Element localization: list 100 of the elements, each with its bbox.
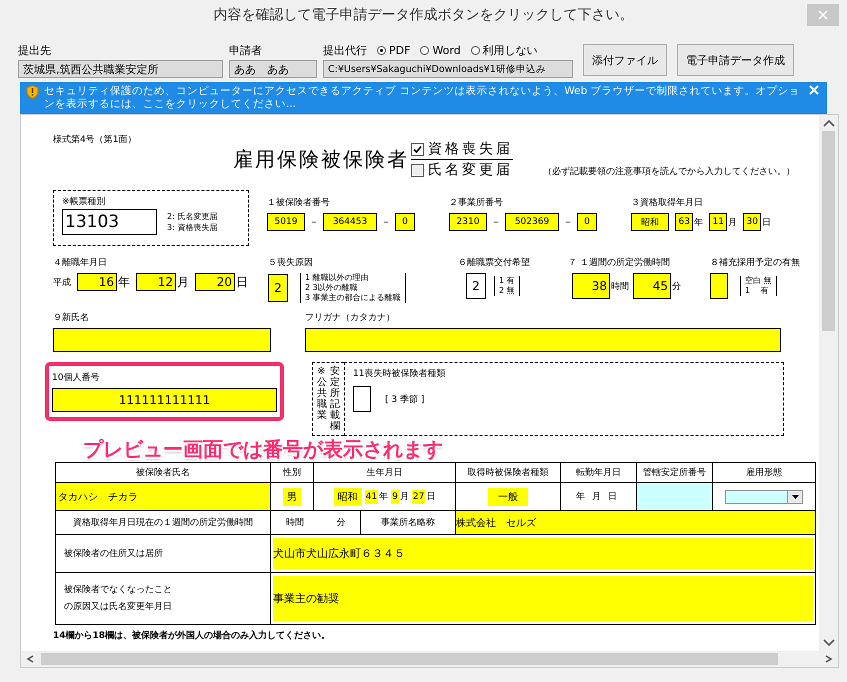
- address-field[interactable]: 犬山市犬山広永町６３４５: [273, 538, 813, 569]
- radio-option[interactable]: PDF: [377, 44, 410, 57]
- row-label: 被保険者の住所又は居所: [64, 548, 163, 560]
- checkbox[interactable]: [411, 142, 424, 156]
- column-header: 転勤年月日: [561, 463, 637, 483]
- lost-type-field[interactable]: [353, 386, 371, 412]
- unit-label: 月: [728, 216, 737, 228]
- date-field[interactable]: 11: [709, 213, 727, 231]
- unit-label: 日: [426, 491, 436, 503]
- date-field[interactable]: 41: [364, 490, 378, 504]
- field-label: 提出代行: [323, 43, 367, 58]
- dash-separator: －: [491, 216, 501, 229]
- form-number: 様式第4号（第1面）: [53, 134, 138, 146]
- field-label: 提出先: [18, 43, 52, 58]
- scroll-up-icon[interactable]: [822, 119, 834, 127]
- annotation-text: プレビュー画面では番号が表示されます: [83, 436, 444, 462]
- unit-label: 分: [336, 516, 346, 529]
- vertical-scrollbar[interactable]: [819, 115, 838, 651]
- date-field[interactable]: 16: [77, 273, 117, 291]
- unit-label: 年: [118, 274, 130, 290]
- action-button[interactable]: 添付ファイル: [583, 44, 667, 76]
- field-label: ７ １週間の所定労働時間: [568, 256, 671, 269]
- field-label: ４離職年月日: [53, 256, 108, 269]
- hours-field[interactable]: 38: [572, 273, 610, 299]
- read-only-field[interactable]: 茨城県,筑西公共職業安定所: [18, 60, 223, 78]
- date-field[interactable]: 9: [391, 490, 399, 504]
- date-field[interactable]: 27: [412, 490, 426, 504]
- option-note: 1 離職以外の理由: [305, 273, 370, 283]
- employment-dropdown[interactable]: [725, 490, 803, 504]
- individual-number-field[interactable]: 111111111111: [52, 388, 277, 412]
- action-button[interactable]: 電子申請データ作成: [677, 44, 794, 76]
- rehire-field[interactable]: [710, 273, 728, 299]
- furigana-field[interactable]: [305, 328, 781, 352]
- unit-label: 月: [400, 491, 409, 503]
- field-label: ８補充採用予定の有無: [710, 256, 800, 269]
- unit-label: 日: [762, 216, 771, 228]
- office-number-field[interactable]: [637, 483, 713, 511]
- field-label: ９新氏名: [53, 312, 90, 324]
- option-note: 2: 氏名変更届: [167, 211, 218, 222]
- date-field[interactable]: 20: [195, 273, 235, 291]
- unit-label: 日: [608, 491, 617, 503]
- row-label: 被保険者でなくなったこと の原因又は氏名変更年月日: [64, 584, 172, 614]
- scroll-down-icon[interactable]: [822, 639, 834, 647]
- number-field[interactable]: 364453: [323, 213, 377, 231]
- option-note: [ 3 季節 ]: [385, 394, 424, 406]
- date-field[interactable]: 30: [743, 213, 761, 231]
- field-label: フリガナ（カタカナ）: [305, 312, 396, 324]
- checkbox-label: 氏名変更届: [428, 161, 513, 179]
- column-header: 性別: [271, 463, 314, 483]
- read-only-field[interactable]: ああ ああ: [229, 60, 317, 78]
- path-field[interactable]: C:¥Users¥Sakaguchi¥Downloads¥1研修申込み: [323, 60, 573, 78]
- number-field[interactable]: 2310: [449, 213, 487, 231]
- sex-field[interactable]: 男: [283, 488, 301, 506]
- number-field[interactable]: 0: [577, 213, 597, 231]
- slip-type-field[interactable]: 13103: [62, 209, 157, 235]
- close-icon: [818, 10, 828, 20]
- column-header: 生年月日: [314, 463, 456, 483]
- number-field[interactable]: 502369: [505, 213, 559, 231]
- field-label: 11喪失時被保険者種類: [353, 368, 446, 380]
- column-header: 雇用形態: [713, 463, 816, 483]
- vertical-label: ※ 公共職業: [317, 366, 327, 423]
- radio-option[interactable]: Word: [420, 44, 461, 57]
- unit-label: 年: [576, 490, 585, 503]
- row-label: 資格取得年月日現在の１週間の所定労働時間: [73, 516, 253, 529]
- hours-field[interactable]: 45: [633, 273, 671, 299]
- close-icon: [809, 85, 819, 95]
- office-name-field[interactable]: 株式会社 セルズ: [456, 511, 815, 534]
- number-field[interactable]: 0: [395, 213, 415, 231]
- number-field[interactable]: 5019: [267, 213, 305, 231]
- radio-option[interactable]: 利用しない: [470, 43, 538, 58]
- insured-type-field[interactable]: 一般: [488, 488, 528, 506]
- reason-text-field[interactable]: 事業主の勧奨: [273, 576, 813, 621]
- era-label: 平成: [53, 276, 71, 288]
- checkbox-label: 資格喪失届: [428, 140, 513, 158]
- option-note: 1 有: [499, 276, 515, 286]
- unit-label: 日: [236, 274, 248, 290]
- field-label: ※帳票種別: [62, 196, 107, 208]
- unit-label: 時間: [611, 280, 629, 292]
- option-note: 空白 無: [745, 276, 772, 286]
- close-button[interactable]: [809, 85, 821, 97]
- era-field[interactable]: 昭和: [334, 488, 362, 506]
- new-name-field[interactable]: [53, 328, 271, 352]
- option-note: 1 有: [745, 286, 770, 296]
- date-field[interactable]: 63: [675, 213, 693, 231]
- horizontal-scrollbar[interactable]: [21, 651, 838, 667]
- footnote: 14欄から18欄は、被保険者が外国人の場合のみ入力してください。: [53, 629, 332, 642]
- column-header: 取得時被保険者種類: [456, 463, 561, 483]
- slip-request-field[interactable]: 2: [466, 273, 486, 299]
- dash-separator: －: [563, 216, 573, 229]
- dash-separator: －: [309, 216, 319, 229]
- unit-label: 年: [694, 216, 703, 228]
- unit-label: 月: [177, 274, 189, 290]
- unit-label: 分: [672, 280, 681, 292]
- checkbox[interactable]: [411, 164, 424, 176]
- security-info-bar[interactable]: セキュリティ保護のため、コンピューターにアクセスできるアクティブ コンテンツは表示されないよう、Web ブラウザーで制限されています。オプションを表示するには、ここをクリックしてください...: [20, 82, 827, 114]
- reason-field[interactable]: 2: [268, 274, 288, 302]
- field-label: 申請者: [229, 43, 263, 58]
- era-field[interactable]: 昭和: [631, 213, 669, 231]
- name-field[interactable]: タカハシ チカラ: [56, 483, 270, 510]
- date-field[interactable]: 12: [136, 273, 176, 291]
